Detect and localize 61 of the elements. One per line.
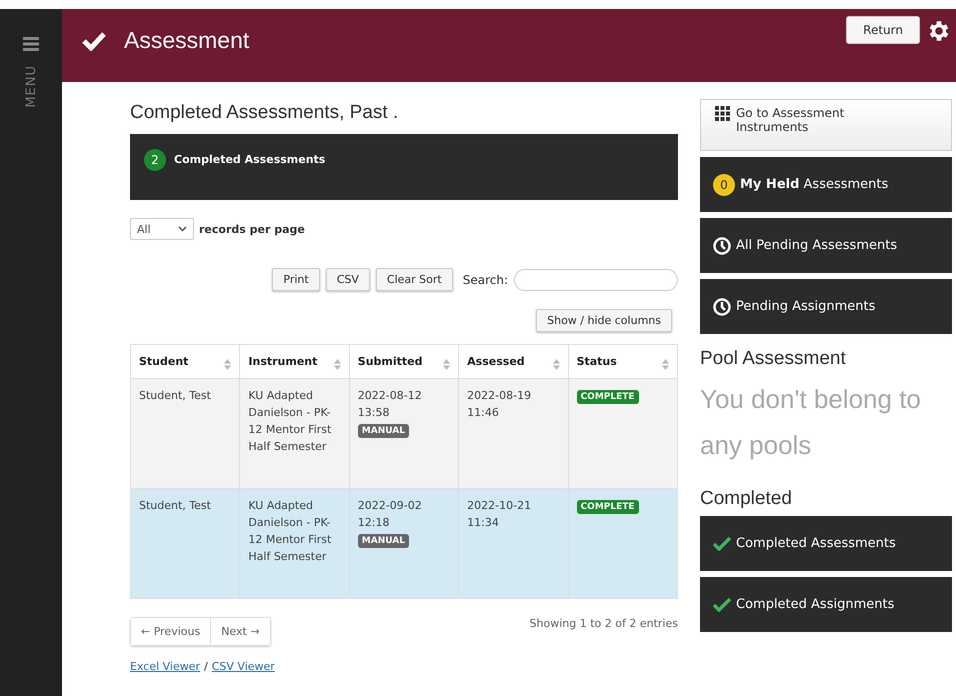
manual-tag: MANUAL (358, 424, 409, 438)
link-separator: / (204, 660, 208, 673)
manual-tag: MANUAL (358, 534, 409, 548)
csv-viewer-link[interactable]: CSV Viewer (212, 660, 275, 673)
table-row[interactable]: Student, Test KU Adapted Danielson - PK-12 Mentor First Half Semester 2022-09-02 12:18 MANUAL 2022-10-21 11:34 COMPLETE (130, 488, 678, 598)
count-badge: 2 (144, 149, 166, 171)
check-icon (82, 31, 106, 51)
page-size-select[interactable]: All (130, 218, 194, 240)
nav-link[interactable]: Pending Assignments (700, 279, 952, 334)
sort-icon (443, 359, 450, 370)
sort-icon (662, 359, 669, 370)
summary-label: Completed Assessments (174, 152, 326, 168)
page-title: Assessment (124, 27, 250, 54)
toolbar-button[interactable]: Clear Sort (376, 268, 453, 291)
columns-button[interactable]: Show / hide columns (536, 309, 672, 332)
check-icon (713, 536, 731, 550)
nav-link[interactable]: Completed Assignments (700, 577, 952, 632)
table-cell-text: 2022-10-21 11:34 (467, 498, 532, 531)
section-heading: Completed Assessments, Past . (130, 102, 400, 124)
nav-link[interactable]: 0 My Held Assessments (700, 157, 952, 212)
table-cell-text: Student, Test (139, 388, 212, 404)
table-cell-text: 2022-08-12 13:58 (358, 388, 423, 421)
entries-info: Showing 1 to 2 of 2 entries (530, 617, 678, 630)
status-tag: COMPLETE (576, 390, 639, 404)
search-label: Search: (462, 272, 508, 286)
table-cell-text: 2022-09-02 12:18 (358, 498, 423, 531)
menu-icon[interactable] (23, 37, 39, 51)
menu-label[interactable]: MENU (24, 65, 38, 108)
pool-message: You don't belong to any pools (700, 383, 922, 462)
column-header[interactable]: Submitted (349, 344, 459, 378)
toolbar-button[interactable]: Print (272, 268, 320, 291)
completed-heading: Completed (700, 488, 793, 510)
search-field[interactable] (514, 268, 678, 290)
count-badge: 0 (713, 174, 735, 196)
table-cell-text: KU Adapted Danielson - PK-12 Mentor First Half Semester (248, 498, 332, 565)
clock-icon (713, 236, 731, 254)
check-icon (713, 598, 731, 612)
sort-icon (224, 359, 232, 370)
column-header[interactable]: Status (568, 344, 678, 378)
table-cell-text: 2022-08-19 11:46 (467, 388, 532, 421)
table-cell-text: KU Adapted Danielson - PK-12 Mentor First Half Semester (248, 388, 332, 455)
page-size-label: records per page (199, 222, 305, 236)
excel-viewer-link[interactable]: Excel Viewer (130, 660, 200, 673)
sort-icon (552, 359, 560, 370)
table-cell-text: Student, Test (139, 498, 212, 514)
nav-link[interactable]: Completed Assessments (700, 516, 952, 571)
sort-icon (334, 359, 341, 370)
status-tag: COMPLETE (576, 500, 639, 514)
column-header[interactable]: Instrument (240, 344, 350, 378)
next-button[interactable]: Next → (210, 618, 270, 645)
pool-heading: Pool Assessment (700, 348, 847, 370)
return-button[interactable]: Return (846, 16, 920, 44)
chevron-icon (178, 226, 187, 232)
grid-icon (715, 106, 731, 122)
table-row[interactable]: Student, Test KU Adapted Danielson - PK-12 Mentor First Half Semester 2022-08-12 13:58 MANUAL 2022-08-19 11:46 COMPLETE (130, 378, 678, 488)
toolbar-button[interactable]: CSV (326, 268, 370, 291)
column-header[interactable]: Assessed (458, 344, 568, 378)
clock-icon (713, 298, 731, 316)
nav-link[interactable]: All Pending Assessments (700, 218, 952, 273)
previous-button[interactable]: ← Previous (131, 618, 210, 645)
column-header[interactable]: Student (130, 344, 240, 378)
